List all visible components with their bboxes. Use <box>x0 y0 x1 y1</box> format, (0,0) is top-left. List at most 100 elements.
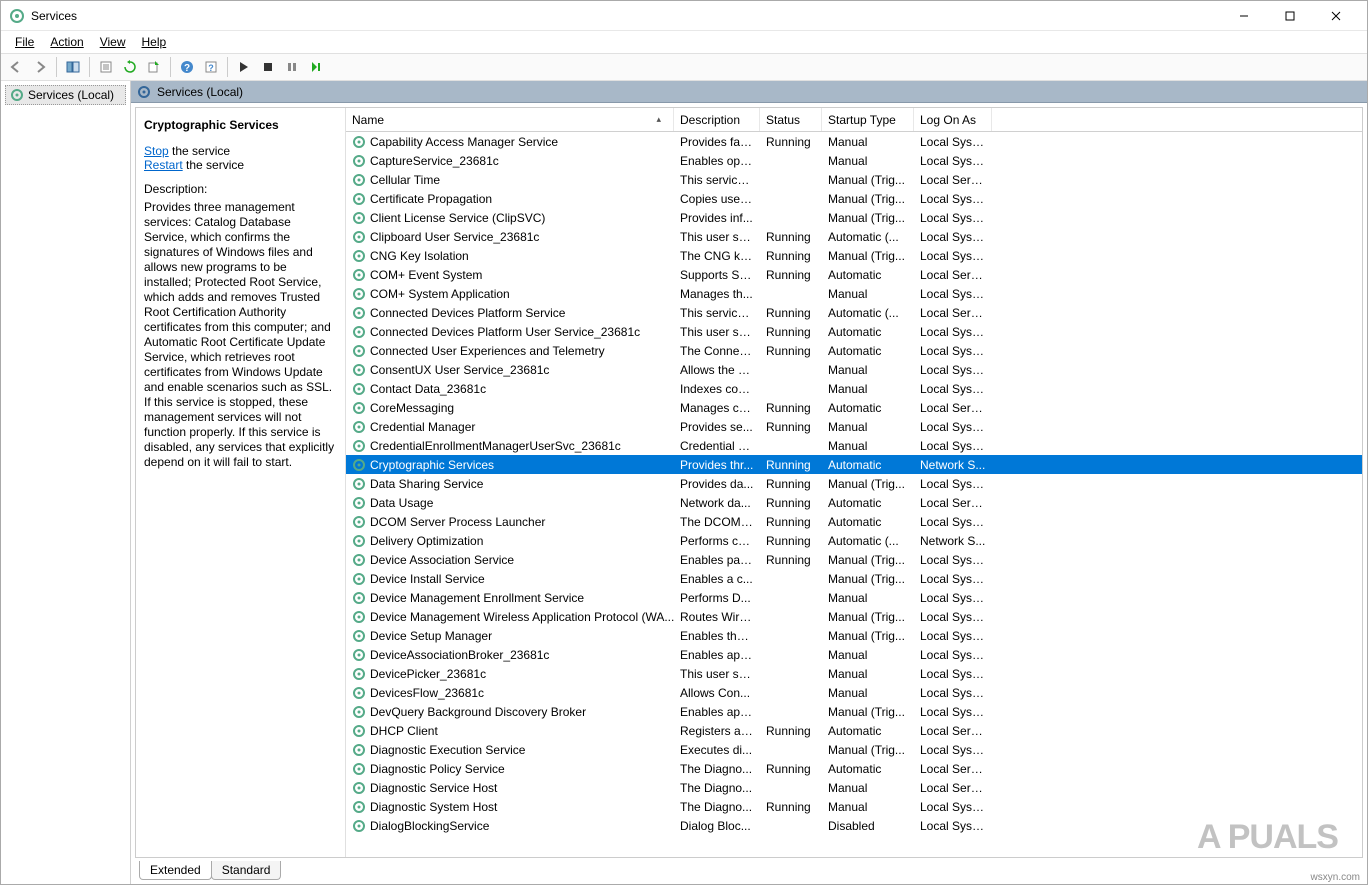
service-row[interactable]: DialogBlockingServiceDialog Bloc...Disab… <box>346 816 1362 835</box>
menu-file[interactable]: File <box>7 33 42 51</box>
stop-service-button[interactable] <box>257 56 279 78</box>
nav-back-button[interactable] <box>5 56 27 78</box>
restart-link[interactable]: Restart <box>144 158 183 172</box>
service-logon: Local Syste... <box>914 344 992 358</box>
service-row[interactable]: CNG Key IsolationThe CNG ke...RunningMan… <box>346 246 1362 265</box>
service-name: DevQuery Background Discovery Broker <box>370 705 586 719</box>
menu-view[interactable]: View <box>92 33 134 51</box>
minimize-button[interactable] <box>1221 1 1267 31</box>
service-row[interactable]: DevQuery Background Discovery BrokerEnab… <box>346 702 1362 721</box>
refresh-button[interactable] <box>119 56 141 78</box>
service-row[interactable]: COM+ Event SystemSupports Sy...RunningAu… <box>346 265 1362 284</box>
service-row[interactable]: Certificate PropagationCopies user ...Ma… <box>346 189 1362 208</box>
service-row[interactable]: Device Association ServiceEnables pair..… <box>346 550 1362 569</box>
titlebar: Services <box>1 1 1367 31</box>
service-row[interactable]: Cellular TimeThis service ...Manual (Tri… <box>346 170 1362 189</box>
service-row[interactable]: Device Setup ManagerEnables the ...Manua… <box>346 626 1362 645</box>
service-row[interactable]: DCOM Server Process LauncherThe DCOML...… <box>346 512 1362 531</box>
start-service-button[interactable] <box>233 56 255 78</box>
service-logon: Local Syste... <box>914 382 992 396</box>
service-startup: Manual <box>822 591 914 605</box>
tab-extended[interactable]: Extended <box>139 861 212 880</box>
service-row[interactable]: DevicePicker_23681cThis user ser...Manua… <box>346 664 1362 683</box>
service-startup: Manual (Trig... <box>822 192 914 206</box>
service-row[interactable]: Contact Data_23681cIndexes con...ManualL… <box>346 379 1362 398</box>
col-name[interactable]: Name▴ <box>346 108 674 131</box>
service-row[interactable]: Device Management Wireless Application P… <box>346 607 1362 626</box>
service-row[interactable]: Data UsageNetwork da...RunningAutomaticL… <box>346 493 1362 512</box>
stop-link[interactable]: Stop <box>144 144 169 158</box>
gear-icon <box>352 819 366 833</box>
service-row[interactable]: Cryptographic ServicesProvides thr...Run… <box>346 455 1362 474</box>
service-logon: Network S... <box>914 534 992 548</box>
nav-forward-button[interactable] <box>29 56 51 78</box>
col-status[interactable]: Status <box>760 108 822 131</box>
service-status: Running <box>760 553 822 567</box>
service-desc: Enables app... <box>674 648 760 662</box>
service-row[interactable]: DeviceAssociationBroker_23681cEnables ap… <box>346 645 1362 664</box>
menu-action[interactable]: Action <box>42 33 91 51</box>
export-button[interactable] <box>143 56 165 78</box>
gear-icon <box>352 211 366 225</box>
service-status: Running <box>760 268 822 282</box>
gear-icon <box>352 401 366 415</box>
close-button[interactable] <box>1313 1 1359 31</box>
menu-help[interactable]: Help <box>134 33 175 51</box>
col-startup[interactable]: Startup Type <box>822 108 914 131</box>
service-row[interactable]: Device Management Enrollment ServicePerf… <box>346 588 1362 607</box>
service-row[interactable]: Connected Devices Platform User Service_… <box>346 322 1362 341</box>
help2-button[interactable]: ? <box>200 56 222 78</box>
service-row[interactable]: Diagnostic Policy ServiceThe Diagno...Ru… <box>346 759 1362 778</box>
service-row[interactable]: Diagnostic Execution ServiceExecutes di.… <box>346 740 1362 759</box>
service-status: Running <box>760 800 822 814</box>
pause-service-button[interactable] <box>281 56 303 78</box>
service-name: Device Setup Manager <box>370 629 492 643</box>
service-startup: Automatic <box>822 401 914 415</box>
service-desc: Performs D... <box>674 591 760 605</box>
col-logon[interactable]: Log On As <box>914 108 992 131</box>
service-row[interactable]: CaptureService_23681cEnables opti...Manu… <box>346 151 1362 170</box>
gear-icon <box>352 686 366 700</box>
properties-button[interactable] <box>95 56 117 78</box>
restart-service-button[interactable] <box>305 56 327 78</box>
list-body[interactable]: Capability Access Manager ServiceProvide… <box>346 132 1362 857</box>
service-row[interactable]: Client License Service (ClipSVC)Provides… <box>346 208 1362 227</box>
service-name: Contact Data_23681c <box>370 382 486 396</box>
service-row[interactable]: DHCP ClientRegisters an...RunningAutomat… <box>346 721 1362 740</box>
help-button[interactable]: ? <box>176 56 198 78</box>
service-logon: Local Syste... <box>914 553 992 567</box>
service-name: Data Usage <box>370 496 433 510</box>
service-row[interactable]: Delivery OptimizationPerforms co...Runni… <box>346 531 1362 550</box>
service-row[interactable]: Diagnostic Service HostThe Diagno...Manu… <box>346 778 1362 797</box>
service-status: Running <box>760 477 822 491</box>
service-row[interactable]: Clipboard User Service_23681cThis user s… <box>346 227 1362 246</box>
service-startup: Automatic <box>822 268 914 282</box>
service-name: Certificate Propagation <box>370 192 492 206</box>
service-row[interactable]: CoreMessagingManages co...RunningAutomat… <box>346 398 1362 417</box>
service-name: Credential Manager <box>370 420 475 434</box>
tree-services-local[interactable]: Services (Local) <box>5 85 126 105</box>
service-name: DCOM Server Process Launcher <box>370 515 545 529</box>
service-row[interactable]: Credential ManagerProvides se...RunningM… <box>346 417 1362 436</box>
service-startup: Manual (Trig... <box>822 249 914 263</box>
service-row[interactable]: ConsentUX User Service_23681cAllows the … <box>346 360 1362 379</box>
service-row[interactable]: Data Sharing ServiceProvides da...Runnin… <box>346 474 1362 493</box>
gear-icon <box>352 135 366 149</box>
service-logon: Local Service <box>914 781 992 795</box>
service-row[interactable]: Connected User Experiences and Telemetry… <box>346 341 1362 360</box>
col-description[interactable]: Description <box>674 108 760 131</box>
service-desc: This user ser... <box>674 230 760 244</box>
service-row[interactable]: Device Install ServiceEnables a c...Manu… <box>346 569 1362 588</box>
service-row[interactable]: DevicesFlow_23681cAllows Con...ManualLoc… <box>346 683 1362 702</box>
tab-standard[interactable]: Standard <box>211 861 282 880</box>
service-row[interactable]: Connected Devices Platform ServiceThis s… <box>346 303 1362 322</box>
service-desc: Provides fac... <box>674 135 760 149</box>
service-row[interactable]: Diagnostic System HostThe Diagno...Runni… <box>346 797 1362 816</box>
show-hide-button[interactable] <box>62 56 84 78</box>
service-row[interactable]: Capability Access Manager ServiceProvide… <box>346 132 1362 151</box>
service-row[interactable]: CredentialEnrollmentManagerUserSvc_23681… <box>346 436 1362 455</box>
maximize-button[interactable] <box>1267 1 1313 31</box>
service-row[interactable]: COM+ System ApplicationManages th...Manu… <box>346 284 1362 303</box>
service-logon: Local Syste... <box>914 363 992 377</box>
gear-icon <box>352 192 366 206</box>
